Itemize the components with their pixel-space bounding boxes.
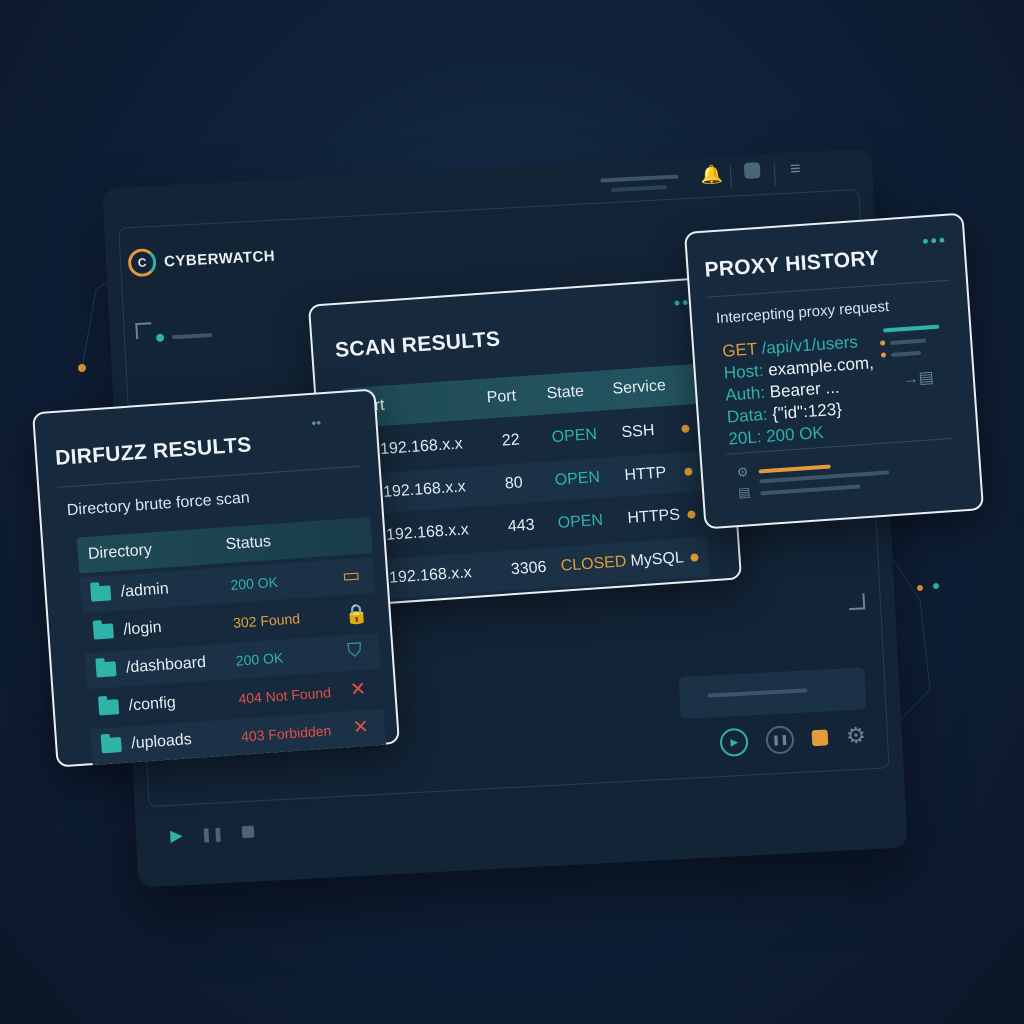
pause-icon[interactable]: ❚❚ (200, 825, 224, 843)
port-number: 443 (507, 516, 536, 536)
directory-path: /config (128, 694, 177, 715)
stop-icon[interactable] (241, 825, 255, 839)
folder-icon (92, 623, 114, 640)
ip-address: 192.168.x.x (379, 435, 464, 459)
folder-icon (95, 661, 117, 678)
dirfuzz-subtitle: Directory brute force scan (66, 489, 251, 520)
square-icon[interactable] (743, 162, 761, 179)
play-icon[interactable]: ▶ (719, 727, 750, 758)
divider (706, 279, 950, 298)
proxy-subtitle: Intercepting proxy request (715, 298, 890, 328)
inbox-icon: ▤ (737, 484, 752, 500)
ip-address: 192.168.x.x (382, 478, 467, 501)
scan-results-title: SCAN RESULTS (334, 327, 501, 362)
x-icon: ✕ (352, 716, 370, 739)
directory-path: /admin (120, 580, 170, 601)
brand-name: CYBERWATCH (163, 247, 276, 270)
request-key: Host: (723, 360, 765, 383)
x-icon: ✕ (349, 678, 367, 701)
service-name: HTTP (623, 464, 667, 485)
highlight-bar (883, 324, 940, 333)
hamburger-menu-icon[interactable]: ≡ (790, 158, 802, 180)
playback-controls-left: ▶ ❚❚ (170, 822, 255, 846)
column-header: State (546, 382, 585, 403)
column-header: Directory (87, 541, 153, 563)
more-options-icon[interactable]: •• (311, 414, 322, 431)
column-header: Port (486, 387, 517, 407)
pause-icon[interactable]: ❚❚ (765, 725, 795, 755)
request-key: Auth: (724, 382, 766, 405)
log-line (707, 688, 808, 698)
status-code: 404 Not Found (237, 684, 332, 707)
viewport-corner-icon (848, 593, 866, 611)
viewport-corner-icon (135, 322, 153, 340)
bullet-dot (880, 352, 887, 358)
request-value: Bearer ... (764, 377, 841, 402)
column-header: Service (611, 377, 667, 398)
bullet-dot (879, 340, 886, 346)
port-state: OPEN (551, 425, 598, 447)
more-options-icon[interactable]: ••• (922, 230, 948, 253)
dirfuzz-results-title: DIRFUZZ RESULTS (54, 433, 253, 470)
ip-address: 192.168.x.x (385, 521, 470, 544)
export-icon[interactable]: →▤ (902, 367, 934, 389)
stop-icon[interactable] (811, 729, 829, 747)
request-value: 200 OK (760, 422, 825, 447)
status-dot (681, 424, 690, 434)
play-icon[interactable]: ▶ (170, 825, 183, 846)
request-value: {"id":123} (766, 399, 843, 424)
bullet-line (890, 338, 927, 346)
status-dot (690, 553, 699, 562)
folder-icon (100, 737, 122, 754)
topbar-line (610, 185, 668, 193)
status-code: 200 OK (229, 573, 279, 593)
proxy-history-title: PROXY HISTORY (703, 246, 881, 282)
status-dot (684, 467, 693, 476)
brand-logo: C (127, 247, 157, 278)
settings-icon: ⚙ (736, 464, 749, 481)
shield-icon: ⛉ (346, 640, 363, 662)
directory-path: /dashboard (125, 653, 207, 677)
port-number: 22 (501, 431, 521, 450)
status-line (759, 470, 890, 484)
port-number: 80 (504, 474, 524, 493)
port-state: OPEN (557, 511, 604, 532)
topbar-divider (729, 165, 733, 188)
service-name: SSH (620, 421, 656, 442)
port-state: OPEN (554, 468, 601, 489)
gear-icon[interactable]: ⚙ (845, 722, 866, 749)
request-line: 20L: 200 OK (728, 423, 825, 450)
status-code: 200 OK (235, 649, 284, 669)
topbar-divider (773, 163, 776, 186)
divider (57, 465, 361, 488)
directory-path: /uploads (130, 731, 193, 753)
directory-path: /login (122, 618, 163, 639)
ip-address: 192.168.x.x (388, 564, 473, 587)
folder-icon (98, 699, 120, 716)
status-dot (687, 510, 696, 519)
service-name: MySQL (629, 549, 685, 570)
folder-icon (90, 585, 112, 602)
request-key: 20L: (727, 427, 763, 449)
status-code: 302 Found (232, 610, 301, 631)
topbar-search-bar[interactable] (600, 174, 679, 183)
status-code: 403 Forbidden (240, 722, 332, 745)
proxy-history-panel: PROXY HISTORY ••• Intercepting proxy req… (683, 212, 985, 530)
column-header: Status (225, 533, 272, 554)
port-state: CLOSED (560, 553, 627, 575)
service-name: HTTPS (626, 506, 681, 528)
folder-outline-icon: ▭ (341, 564, 361, 588)
port-number: 3306 (510, 558, 547, 579)
status-line (760, 484, 861, 496)
progress-bar (758, 464, 831, 474)
request-key: GET (721, 339, 758, 361)
bell-icon[interactable]: 🔔 (700, 164, 723, 186)
dirfuzz-results-panel: DIRFUZZ RESULTS •• Directory brute force… (32, 388, 400, 768)
lock-icon: 🔒 (344, 603, 370, 627)
bullet-line (890, 350, 922, 357)
request-key: Data: (726, 404, 769, 427)
